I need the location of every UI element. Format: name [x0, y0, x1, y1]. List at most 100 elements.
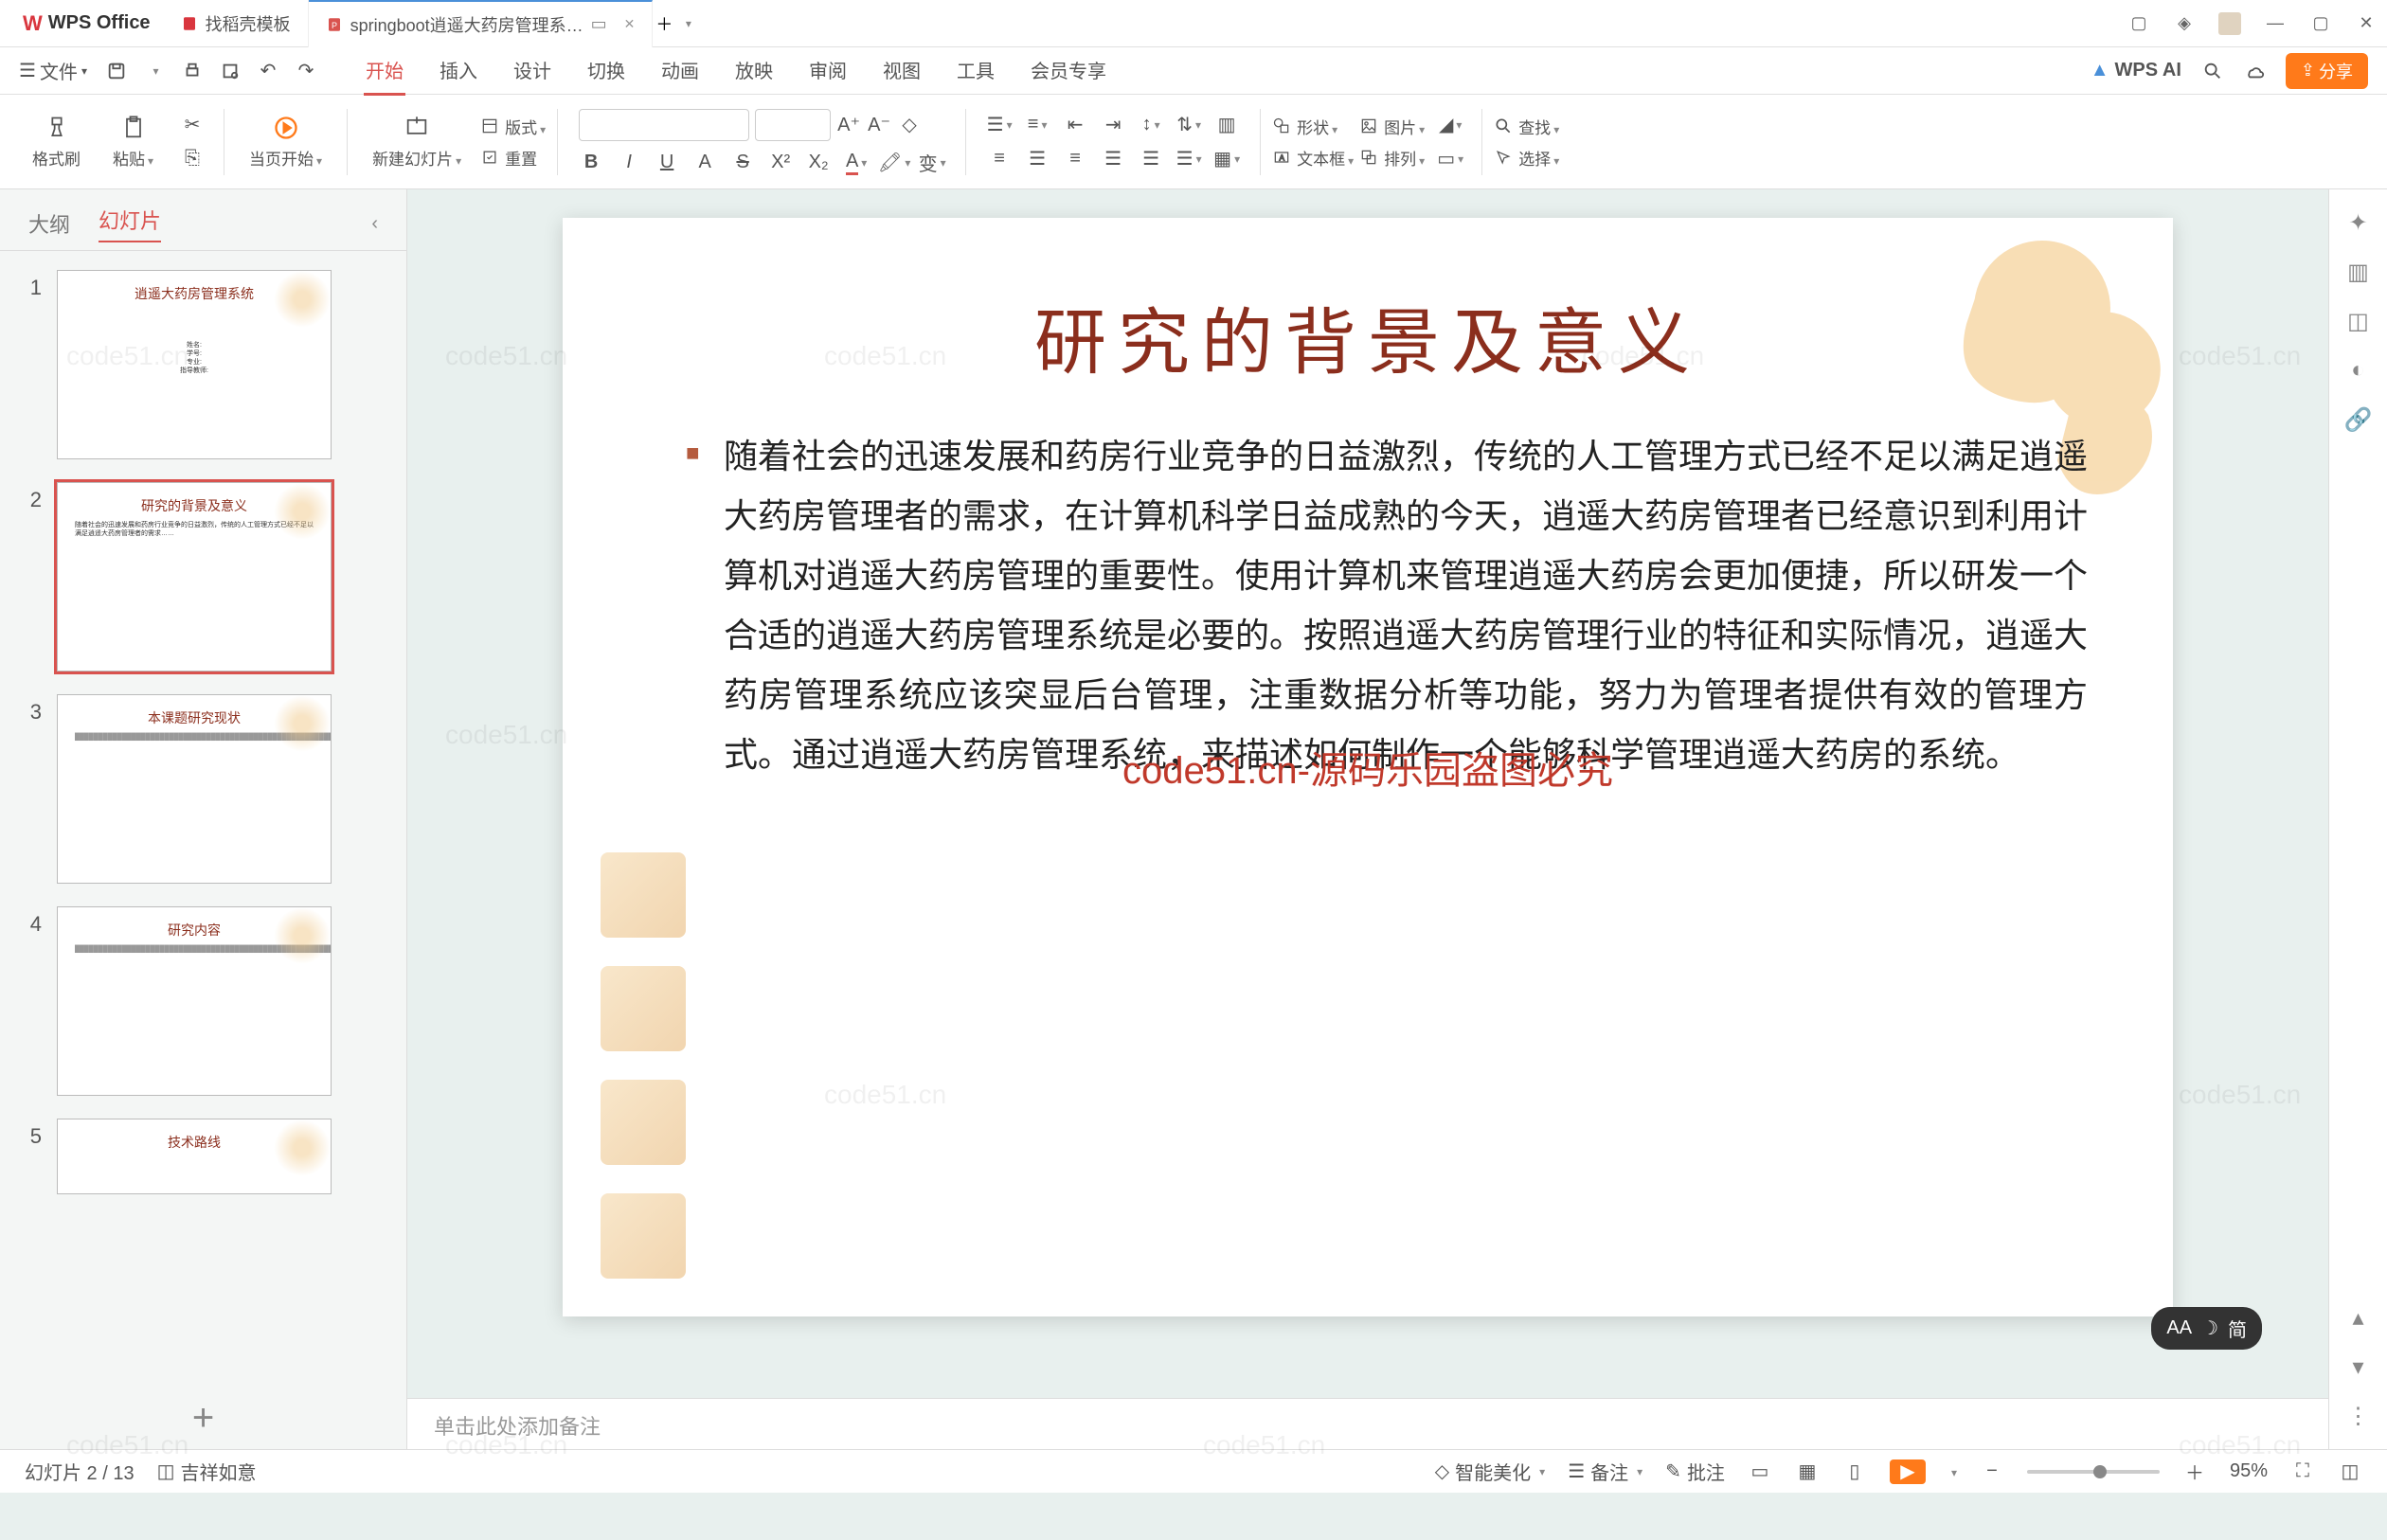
menu-tab-transition[interactable]: 切换	[585, 46, 627, 96]
zoom-in-icon[interactable]: ＋	[2182, 1459, 2207, 1484]
comments-toggle[interactable]: ✎ 批注	[1665, 1458, 1725, 1485]
italic-icon[interactable]: I	[617, 151, 641, 175]
line-spacing-icon[interactable]: ↕	[1139, 113, 1163, 137]
slides-tab[interactable]: 幻灯片	[99, 205, 161, 242]
slide-thumbnail-4[interactable]: 研究内容 ███████████████████████████████████…	[57, 906, 332, 1096]
cube-icon[interactable]: ◈	[2173, 12, 2196, 35]
save-icon[interactable]	[106, 61, 127, 81]
window-list-icon[interactable]: ▢	[2127, 12, 2150, 35]
clear-format-icon[interactable]: ◇	[897, 113, 922, 137]
tab-current-document[interactable]: P springboot逍遥大药房管理系… ▭ ✕	[309, 0, 654, 47]
zoom-value[interactable]: 95%	[2230, 1460, 2268, 1482]
align-left-icon[interactable]: ≡	[987, 147, 1012, 171]
indent-left-icon[interactable]: ⇤	[1063, 113, 1087, 137]
wps-ai-button[interactable]: ▲ WPS AI	[2091, 60, 2181, 81]
template-icon[interactable]: ▥	[2344, 258, 2373, 286]
link-icon[interactable]: 🔗	[2344, 405, 2373, 434]
menu-tab-view[interactable]: 视图	[881, 46, 923, 96]
slideshow-icon[interactable]: ▭	[591, 14, 607, 34]
theme-indicator[interactable]: ◫ 吉祥如意	[157, 1458, 257, 1485]
shadow-icon[interactable]: A	[692, 151, 717, 175]
text-direction-icon[interactable]: ⇅	[1176, 113, 1201, 137]
align-center-icon[interactable]: ☰	[1025, 147, 1050, 171]
sorter-view-icon[interactable]: ▦	[1795, 1459, 1820, 1484]
format-brush-button[interactable]: 格式刷	[19, 114, 94, 170]
bold-icon[interactable]: B	[579, 151, 603, 175]
print-preview-icon[interactable]	[220, 61, 241, 81]
outline-tab[interactable]: 大纲	[28, 208, 70, 239]
menu-tab-animation[interactable]: 动画	[659, 46, 701, 96]
highlight-icon[interactable]: 🖍	[882, 151, 906, 175]
copy-icon[interactable]: ⎘	[180, 147, 205, 171]
find-button[interactable]: 查找	[1494, 115, 1559, 138]
shape-button[interactable]: 形状	[1272, 115, 1354, 138]
sparkle-icon[interactable]: ✦	[2344, 208, 2373, 237]
avatar-icon[interactable]	[2218, 12, 2241, 35]
menu-tab-insert[interactable]: 插入	[438, 46, 479, 96]
collapse-panel-icon[interactable]: ‹	[371, 213, 378, 235]
align-justify-icon[interactable]: ☰	[1101, 147, 1125, 171]
slide-thumbnail-2[interactable]: 研究的背景及意义 随着社会的迅速发展和药房行业竞争的日益激烈，传统的人工管理方式…	[57, 482, 332, 672]
notes-input[interactable]: 单击此处添加备注	[407, 1398, 2328, 1449]
save-dropdown[interactable]	[144, 61, 165, 81]
current-slide[interactable]: 研究的背景及意义 随着社会的迅速发展和药房行业竞争的日益激烈，传统的人工管理方式…	[563, 218, 2173, 1316]
beautify-button[interactable]: ◇ 智能美化	[1435, 1458, 1545, 1485]
underline-icon[interactable]: U	[655, 151, 679, 175]
minimize-icon[interactable]: —	[2264, 12, 2287, 35]
more-icon[interactable]: ⋮	[2344, 1402, 2373, 1430]
play-from-current-button[interactable]: 当页开始	[236, 114, 335, 170]
strike-icon[interactable]: S	[730, 151, 755, 175]
cloud-icon[interactable]	[2244, 61, 2265, 81]
font-family-select[interactable]	[579, 109, 749, 141]
align-right-icon[interactable]: ≡	[1063, 147, 1087, 171]
redo-icon[interactable]: ↷	[296, 61, 316, 81]
reading-view-icon[interactable]: ▯	[1842, 1459, 1867, 1484]
accessibility-pill[interactable]: AA ☽ 简	[2151, 1307, 2262, 1350]
zoom-slider[interactable]	[2027, 1470, 2160, 1474]
menu-tab-member[interactable]: 会员专享	[1029, 46, 1108, 96]
bullet-list-icon[interactable]: ☰	[987, 113, 1012, 137]
transition-icon[interactable]: ◐	[2344, 356, 2373, 385]
select-button[interactable]: 选择	[1494, 146, 1559, 170]
settings-icon[interactable]: ◫	[2338, 1459, 2362, 1484]
slideshow-button[interactable]: ▶	[1890, 1459, 1926, 1484]
tab-templates[interactable]: 找稻壳模板	[164, 0, 309, 47]
menu-tab-review[interactable]: 审阅	[807, 46, 849, 96]
share-button[interactable]: ⇪ 分享	[2286, 53, 2368, 89]
superscript-icon[interactable]: X²	[768, 151, 793, 175]
normal-view-icon[interactable]: ▭	[1748, 1459, 1772, 1484]
notes-toggle[interactable]: ☰ 备注	[1568, 1458, 1642, 1485]
columns-icon[interactable]: ▥	[1214, 113, 1239, 137]
print-icon[interactable]	[182, 61, 203, 81]
picture-button[interactable]: 图片	[1359, 115, 1425, 138]
align-vertical-icon[interactable]: ☰	[1176, 147, 1201, 171]
tab-list-dropdown[interactable]	[675, 12, 698, 35]
number-list-icon[interactable]: ≡	[1025, 113, 1050, 137]
paste-button[interactable]: 粘贴	[99, 114, 167, 170]
close-icon[interactable]: ✕	[624, 16, 636, 32]
arrange-button[interactable]: 排列	[1359, 146, 1425, 170]
material-icon[interactable]: ◫	[2344, 307, 2373, 335]
menu-tab-home[interactable]: 开始	[364, 46, 405, 96]
subscript-icon[interactable]: X₂	[806, 151, 831, 175]
undo-icon[interactable]: ↶	[258, 61, 278, 81]
slide-thumbnail-5[interactable]: 技术路线	[57, 1119, 332, 1194]
align-distribute-icon[interactable]: ☰	[1139, 147, 1163, 171]
smartart-icon[interactable]: ▦	[1214, 147, 1239, 171]
slide-body-text[interactable]: 随着社会的迅速发展和药房行业竞争的日益激烈，传统的人工管理方式已经不足以满足逍遥…	[648, 426, 2088, 784]
decrease-font-icon[interactable]: A⁻	[867, 113, 891, 137]
triangle-up-icon[interactable]: ▴	[2344, 1303, 2373, 1332]
font-color-icon[interactable]: A	[844, 151, 869, 175]
zoom-out-icon[interactable]: −	[1980, 1459, 2004, 1484]
slide-thumbnail-3[interactable]: 本课题研究现状 ████████████████████████████████…	[57, 694, 332, 884]
increase-font-icon[interactable]: A⁺	[836, 113, 861, 137]
reset-button[interactable]: 重置	[480, 146, 546, 170]
font-size-select[interactable]	[755, 109, 831, 141]
menu-tab-design[interactable]: 设计	[512, 46, 553, 96]
new-tab-button[interactable]: ＋	[653, 12, 675, 35]
maximize-icon[interactable]: ▢	[2309, 12, 2332, 35]
outline-color-icon[interactable]: ▭	[1438, 147, 1463, 171]
layout-button[interactable]: 版式	[480, 115, 546, 138]
textbox-button[interactable]: A文本框	[1272, 146, 1354, 170]
pinyin-icon[interactable]: 变	[920, 151, 944, 175]
